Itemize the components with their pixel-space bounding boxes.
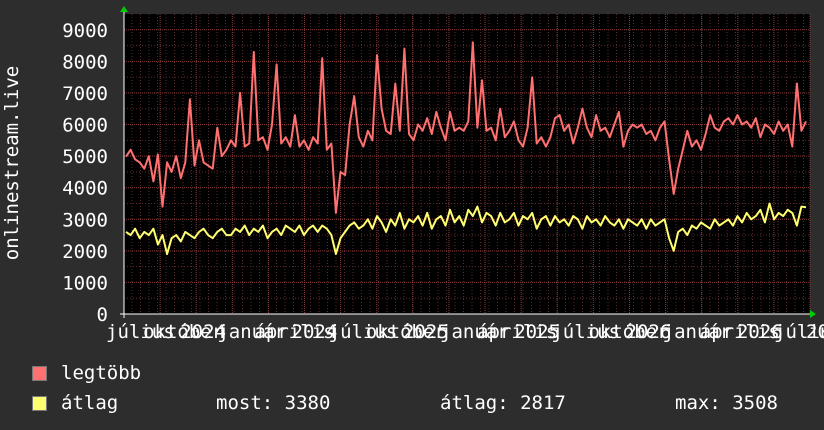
- y-tick-label: 3000: [62, 209, 108, 231]
- x-axis-arrow: [810, 310, 816, 318]
- legend-swatch-avg: [32, 395, 47, 411]
- legend-swatch-max: [32, 365, 47, 381]
- y-axis-ticks: 0100020003000400050006000700080009000: [62, 20, 108, 326]
- y-tick-label: 6000: [62, 115, 108, 137]
- legend-item-avg: átlag: [32, 392, 118, 414]
- y-tick-label: 2000: [62, 241, 108, 263]
- y-tick-label: 1000: [62, 272, 108, 294]
- y-tick-label: 7000: [62, 83, 108, 105]
- y-tick-label: 4000: [62, 178, 108, 200]
- y-axis-label: onlinestream.live: [1, 66, 23, 260]
- legend-label-max: legtöbb: [61, 362, 142, 384]
- chart: 0100020003000400050006000700080009000 jú…: [1, 6, 824, 343]
- legend-label-avg: átlag: [61, 392, 119, 414]
- y-tick-label: 5000: [62, 146, 108, 168]
- y-axis-arrow: [120, 6, 128, 12]
- stat-max: max: 3508: [675, 392, 778, 414]
- x-axis-ticks: júliusoktóber2024januáráprilis2024július…: [106, 321, 824, 343]
- y-tick-label: 8000: [62, 51, 108, 73]
- legend-item-max: legtöbb: [32, 362, 141, 384]
- stat-average: átlag: 2817: [440, 392, 566, 414]
- stat-now: most: 3380: [216, 392, 331, 414]
- plot-area: [124, 14, 810, 314]
- x-tick-label: 20: [806, 321, 824, 343]
- y-tick-label: 9000: [62, 20, 108, 42]
